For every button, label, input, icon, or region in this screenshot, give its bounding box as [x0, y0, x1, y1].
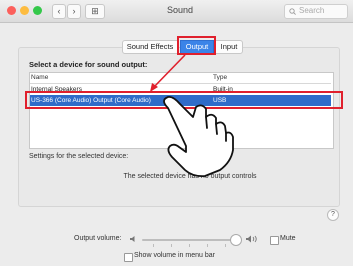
tutorial-overlay	[150, 54, 234, 178]
pointing-hand-icon	[163, 95, 234, 178]
sound-preferences-window: ‹ › ⊞ Sound Search Sound Effects Output …	[0, 0, 353, 266]
callout-arrow	[150, 54, 186, 92]
